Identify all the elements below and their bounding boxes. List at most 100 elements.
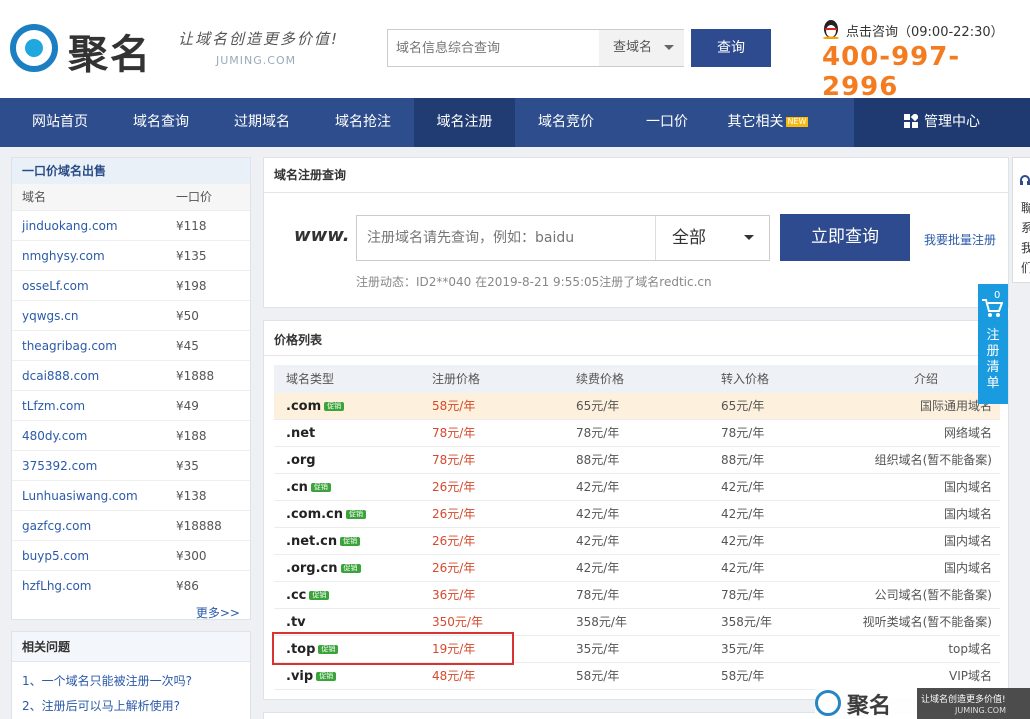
transfer-price: 42元/年 bbox=[721, 480, 765, 494]
register-query-button[interactable]: 立即查询 bbox=[780, 214, 910, 261]
sidebar-domain-row[interactable]: yqwgs.cn ¥50 bbox=[12, 300, 250, 330]
domain-intro: 公司域名(暂不能备案) bbox=[874, 588, 992, 602]
renew-price: 42元/年 bbox=[576, 561, 620, 575]
sidebar-domain-row[interactable]: tLfzm.com ¥49 bbox=[12, 390, 250, 420]
register-price: 26元/年 bbox=[432, 507, 476, 521]
sidebar-domain-price: ¥45 bbox=[176, 339, 199, 353]
sidebar-domain-link[interactable]: tLfzm.com bbox=[22, 391, 85, 421]
divider bbox=[264, 355, 1008, 356]
sidebar-domain-price: ¥35 bbox=[176, 459, 199, 473]
nav-manage-center[interactable]: 管理中心 bbox=[854, 98, 1030, 147]
juming-logo[interactable]: 聚名 bbox=[10, 22, 160, 78]
sidebar-domain-row[interactable]: theagribag.com ¥45 bbox=[12, 330, 250, 360]
nav-domain-register[interactable]: 域名注册 bbox=[414, 98, 515, 147]
nav-domain-search[interactable]: 域名查询 bbox=[111, 98, 211, 147]
qq-penguin-icon[interactable] bbox=[822, 19, 840, 39]
logo-text: 聚名 bbox=[68, 32, 152, 78]
promo-badge: 促销 bbox=[324, 402, 345, 411]
sidebar-domain-link[interactable]: jinduokang.com bbox=[22, 211, 118, 241]
bulk-register-link[interactable]: 我要批量注册 bbox=[924, 231, 996, 248]
sidebar-domain-link[interactable]: theagribag.com bbox=[22, 331, 117, 361]
domain-intro: 国内域名 bbox=[943, 534, 992, 548]
renew-price: 358元/年 bbox=[576, 615, 627, 629]
sidebar-domain-row[interactable]: nmghysy.com ¥135 bbox=[12, 240, 250, 270]
renew-price: 42元/年 bbox=[576, 480, 620, 494]
sidebar-domain-link[interactable]: gazfcg.com bbox=[22, 511, 91, 541]
contact-side-tab[interactable]: 聯 系 我 们 bbox=[1012, 157, 1030, 283]
domain-suffix[interactable]: .org.cn 促销 bbox=[286, 555, 361, 582]
sidebar-domain-row[interactable]: dcai888.com ¥1888 bbox=[12, 360, 250, 390]
register-domain-input[interactable] bbox=[357, 216, 655, 260]
sidebar-domain-price: ¥18888 bbox=[176, 519, 222, 533]
domain-suffix[interactable]: .cc 促销 bbox=[286, 582, 330, 609]
transfer-price: 65元/年 bbox=[721, 399, 765, 413]
cart-float[interactable]: 0 注册清单 bbox=[978, 284, 1008, 404]
sidebar-domain-row[interactable]: buyp5.com ¥300 bbox=[12, 540, 250, 570]
cart-count: 0 bbox=[994, 290, 1001, 301]
domain-suffix[interactable]: .com.cn 促销 bbox=[286, 501, 367, 528]
sidebar-domain-row[interactable]: 480dy.com ¥188 bbox=[12, 420, 250, 450]
sidebar-domain-price: ¥138 bbox=[176, 489, 207, 503]
sidebar-domain-link[interactable]: Lunhuasiwang.com bbox=[22, 481, 138, 511]
sidebar-domain-link[interactable]: hzfLhg.com bbox=[22, 571, 91, 601]
sidebar-domain-link[interactable]: 480dy.com bbox=[22, 421, 87, 451]
register-price: 58元/年 bbox=[432, 399, 476, 413]
price-list-title: 价格列表 bbox=[274, 333, 323, 347]
sidebar-domain-link[interactable]: osseLf.com bbox=[22, 271, 89, 301]
sidebar-domain-link[interactable]: dcai888.com bbox=[22, 361, 99, 391]
cart-icon bbox=[982, 299, 1003, 317]
sidebar-domain-row[interactable]: jinduokang.com ¥118 bbox=[12, 210, 250, 240]
nav-fixed-price[interactable]: 一口价 bbox=[617, 98, 717, 147]
faq-item[interactable]: 2、注册后可以马上解析使用? bbox=[22, 697, 180, 714]
sidebar-domain-row[interactable]: osseLf.com ¥198 bbox=[12, 270, 250, 300]
domain-intro: 国内域名 bbox=[943, 507, 992, 521]
domain-suffix[interactable]: .vip 促销 bbox=[286, 663, 337, 690]
sidebar-domain-row[interactable]: Lunhuasiwang.com ¥138 bbox=[12, 480, 250, 510]
sidebar-domain-row[interactable]: 375392.com ¥35 bbox=[12, 450, 250, 480]
nav-backorder[interactable]: 域名抢注 bbox=[313, 98, 413, 147]
domain-suffix[interactable]: .net.cn 促销 bbox=[286, 528, 361, 555]
consult-link[interactable]: 点击咨询（09:00-22:30） bbox=[846, 21, 1004, 40]
grid-icon bbox=[904, 112, 920, 128]
www-prefix: www. bbox=[294, 225, 350, 246]
domain-intro: 国内域名 bbox=[943, 561, 992, 575]
domain-suffix[interactable]: .org bbox=[286, 447, 316, 474]
nav-auction[interactable]: 域名竞价 bbox=[516, 98, 616, 147]
register-price: 78元/年 bbox=[432, 453, 476, 467]
domain-suffix[interactable]: .com 促销 bbox=[286, 393, 345, 420]
register-title: 域名注册查询 bbox=[274, 168, 347, 182]
price-table-header: 域名类型 注册价格 续费价格 转入价格 介绍 bbox=[274, 365, 1000, 393]
faq-item[interactable]: 1、一个域名只能被注册一次吗? bbox=[22, 672, 192, 689]
sidebar-domain-link[interactable]: 375392.com bbox=[22, 451, 97, 481]
register-suffix-select[interactable]: 全部 bbox=[655, 216, 770, 260]
promo-badge: 促销 bbox=[309, 591, 330, 600]
transfer-price: 42元/年 bbox=[721, 507, 765, 521]
nav-expired-domains[interactable]: 过期域名 bbox=[212, 98, 312, 147]
header-search-button[interactable]: 查询 bbox=[691, 29, 771, 67]
domain-suffix-label: .tv bbox=[286, 615, 306, 630]
header-search-type-select[interactable]: 查域名 bbox=[599, 30, 684, 66]
sidebar-domain-link[interactable]: yqwgs.cn bbox=[22, 301, 78, 331]
header-search-input[interactable] bbox=[388, 30, 598, 66]
sidebar-more-link[interactable]: 更多>> bbox=[196, 604, 240, 621]
col-register: 注册价格 bbox=[432, 372, 481, 386]
cart-label: 注册清单 bbox=[986, 328, 1000, 391]
domain-suffix-label: .org bbox=[286, 453, 316, 468]
domain-suffix[interactable]: .cn 促销 bbox=[286, 474, 331, 501]
nav-other[interactable]: 其它相关 NEW bbox=[718, 98, 818, 147]
nav-home[interactable]: 网站首页 bbox=[10, 98, 110, 147]
headset-icon bbox=[1020, 175, 1030, 185]
sidebar-domain-link[interactable]: buyp5.com bbox=[22, 541, 89, 571]
sidebar-domain-link[interactable]: nmghysy.com bbox=[22, 241, 105, 271]
register-search-box: 全部 bbox=[356, 215, 770, 261]
sidebar-domain-row[interactable]: gazfcg.com ¥18888 bbox=[12, 510, 250, 540]
hotline-phone: 400-997-2996 bbox=[822, 42, 961, 102]
domain-suffix[interactable]: .net bbox=[286, 420, 315, 447]
register-price: 26元/年 bbox=[432, 534, 476, 548]
watermark-logo-text: 聚名 bbox=[847, 694, 892, 719]
sidebar-title: 一口价域名出售 bbox=[12, 158, 250, 184]
transfer-price: 78元/年 bbox=[721, 588, 765, 602]
sidebar-domain-row[interactable]: hzfLhg.com ¥86 bbox=[12, 570, 250, 600]
top-header: 聚名 让域名创造更多价值! JUMING.COM 查域名 查询 点击咨询（09:… bbox=[0, 0, 1030, 102]
transfer-price: 78元/年 bbox=[721, 426, 765, 440]
